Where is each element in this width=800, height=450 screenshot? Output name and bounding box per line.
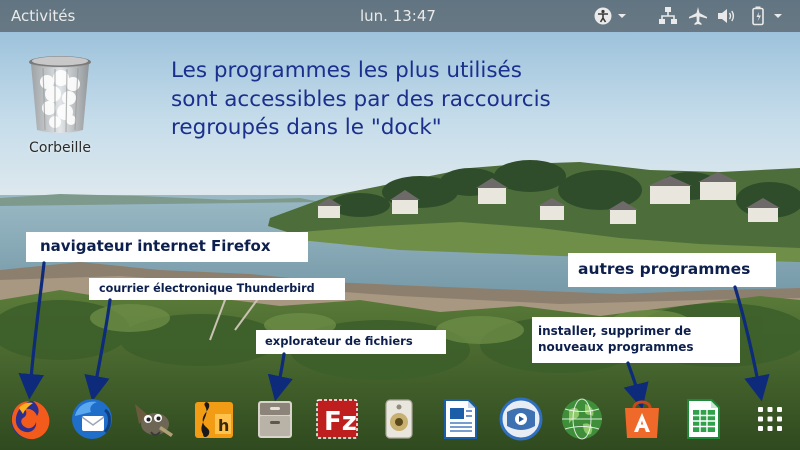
trash-desktop-icon[interactable]: Corbeille <box>18 52 102 156</box>
thunderbird-icon <box>72 399 112 439</box>
power-menu[interactable] <box>750 6 786 26</box>
accessibility-icon <box>594 7 626 25</box>
callout-software-center-line-1: installer, supprimer de <box>538 324 692 338</box>
files-icon <box>258 401 292 438</box>
dock-item-writer[interactable] <box>435 394 485 444</box>
show-applications-icon <box>758 407 782 431</box>
clock[interactable]: lun. 13:47 <box>360 7 436 25</box>
dock-item-thunderbird[interactable] <box>67 394 117 444</box>
headline-line-3: regroupés dans le "dock" <box>171 115 442 140</box>
svg-text:Fz: Fz <box>324 407 357 437</box>
network-status[interactable] <box>658 6 678 26</box>
top-bar: Activités lun. 13:47 <box>0 0 800 32</box>
headline-line-1: Les programmes les plus utilisés <box>171 58 522 83</box>
dock-item-show-applications[interactable] <box>745 394 795 444</box>
audio-player-icon <box>385 399 413 439</box>
network-icon <box>659 7 677 24</box>
dock-item-music-editor[interactable]: h <box>189 394 239 444</box>
gimp-icon <box>135 404 173 437</box>
airplane-mode-status[interactable] <box>688 6 708 26</box>
callout-firefox: navigateur internet Firefox <box>26 232 308 262</box>
dock: h Fz <box>0 388 800 450</box>
volume-status[interactable] <box>716 6 736 26</box>
svg-text:h: h <box>218 416 229 435</box>
airplane-mode-icon <box>689 7 707 25</box>
trash-label: Corbeille <box>29 140 91 156</box>
calc-icon <box>687 399 720 439</box>
dock-item-calc[interactable] <box>678 394 728 444</box>
callout-files: explorateur de fichiers <box>256 330 446 354</box>
dock-item-firefox[interactable] <box>5 394 55 444</box>
callout-thunderbird: courrier électronique Thunderbird <box>89 278 345 300</box>
volume-icon <box>718 9 735 23</box>
activities-button[interactable]: Activités <box>11 7 75 25</box>
dock-item-audio-player[interactable] <box>374 394 424 444</box>
dock-item-software-center[interactable] <box>617 394 667 444</box>
software-center-icon <box>625 400 659 438</box>
callout-software-center-line-2: nouveaux programmes <box>538 340 694 354</box>
callout-other-programs: autres programmes <box>568 253 776 287</box>
writer-icon <box>444 399 477 439</box>
battery-icon <box>752 6 782 26</box>
trash-icon <box>29 56 91 133</box>
dock-item-gimp[interactable] <box>127 394 177 444</box>
dock-item-files[interactable] <box>250 394 300 444</box>
music-editor-icon: h <box>195 402 233 438</box>
dock-item-filezilla[interactable]: Fz <box>312 394 362 444</box>
firefox-icon <box>11 401 50 440</box>
dock-item-globe-browser[interactable] <box>557 394 607 444</box>
explanation-headline: Les programmes les plus utilisés sont ac… <box>171 57 631 143</box>
headline-line-2: sont accessibles par des raccourcis <box>171 86 551 112</box>
filezilla-icon: Fz <box>316 399 358 439</box>
accessibility-menu[interactable] <box>594 6 628 26</box>
media-player-icon <box>499 397 543 441</box>
globe-browser-icon <box>562 398 602 440</box>
callout-software-center: installer, supprimer de nouveaux program… <box>532 317 740 363</box>
dock-item-media-player[interactable] <box>496 394 546 444</box>
